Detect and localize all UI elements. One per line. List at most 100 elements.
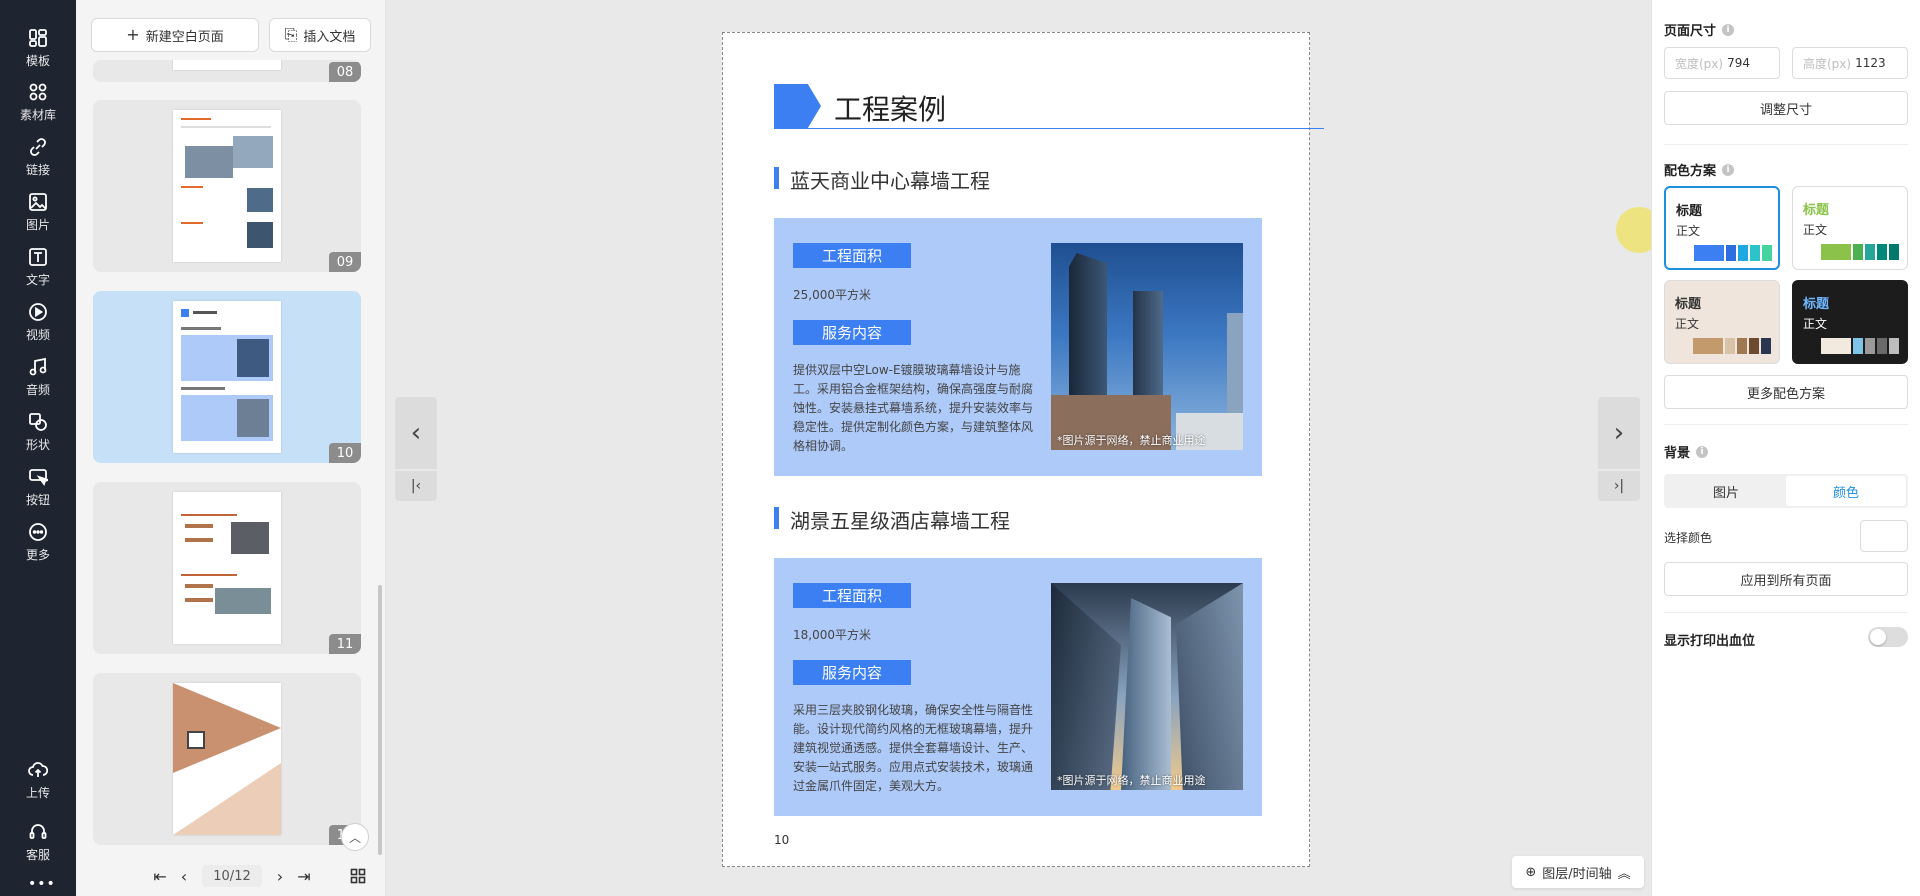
upload-cloud-icon: [28, 761, 48, 777]
section-marker: [774, 167, 779, 189]
rail-image[interactable]: 图片: [0, 182, 76, 242]
rail-more[interactable]: 更多: [0, 512, 76, 572]
width-input[interactable]: 宽度(px) 794: [1664, 47, 1780, 79]
thumbnail-page-08[interactable]: 08: [93, 60, 361, 82]
color-scheme-blue[interactable]: 标题 正文: [1664, 186, 1780, 270]
thumbnail-number: 08: [329, 62, 361, 82]
more-schemes-button[interactable]: 更多配色方案: [1664, 375, 1908, 409]
thumbnail-scrollbar[interactable]: [378, 585, 382, 855]
canvas-next-page-button[interactable]: ›: [1598, 397, 1640, 469]
case-1-service-tag[interactable]: 服务内容: [793, 320, 911, 345]
color-picker[interactable]: [1860, 520, 1908, 552]
rail-service[interactable]: 客服: [0, 812, 76, 872]
rail-template[interactable]: 模板: [0, 18, 76, 78]
thumbnail-number: 09: [329, 252, 361, 272]
first-page-icon: |‹: [410, 478, 422, 494]
rail-ellipsis-icon[interactable]: •••: [28, 876, 56, 892]
bleed-toggle[interactable]: [1868, 627, 1908, 647]
rail-button[interactable]: 按钮: [0, 457, 76, 517]
color-scheme-brown[interactable]: 标题 正文: [1664, 280, 1780, 364]
case-1-photo[interactable]: *图片源于网络，禁止商业用途: [1051, 243, 1243, 450]
rail-assets[interactable]: 素材库: [0, 72, 76, 132]
height-input[interactable]: 高度(px) 1123: [1792, 47, 1908, 79]
resize-button[interactable]: 调整尺寸: [1664, 91, 1908, 125]
headset-icon: [29, 823, 47, 839]
title-arrow-shape[interactable]: [774, 84, 821, 128]
pick-color-label: 选择颜色: [1664, 531, 1713, 545]
scroll-to-top-button[interactable]: ︿: [341, 823, 369, 851]
rail-upload[interactable]: 上传: [0, 750, 76, 810]
thumbnail-number: 10: [329, 443, 361, 463]
new-blank-page-label: 新建空白页面: [145, 29, 224, 45]
grid-view-button[interactable]: [346, 864, 370, 888]
scheme-title-sample: 标题: [1675, 297, 1702, 312]
thumbnail-page-09[interactable]: 09: [93, 100, 361, 272]
scheme-title-sample: 标题: [1803, 297, 1830, 312]
chevron-right-icon: ›: [276, 866, 284, 886]
last-page-button[interactable]: ⇥: [292, 864, 316, 888]
case-1-description[interactable]: 提供双层中空Low-E镀膜玻璃幕墙设计与施工。采用铝合金框架结构，确保高强度与耐…: [793, 361, 1033, 456]
case-2-title[interactable]: 湖景五星级酒店幕墙工程: [790, 505, 1010, 534]
thumbnail-page-12[interactable]: 12: [93, 673, 361, 845]
page-thumbnails-panel: + 新建空白页面 ⎘ 插入文档 08 09 10 11 ︿ ⇤ ‹ 10/12 …: [76, 0, 386, 896]
canvas-prev-page-button[interactable]: ‹: [395, 397, 437, 469]
rail-video[interactable]: 视频: [0, 292, 76, 352]
page-number-input[interactable]: 10/12: [202, 865, 262, 887]
rail-shape[interactable]: 形状: [0, 402, 76, 462]
background-color-tab[interactable]: 颜色: [1786, 476, 1906, 506]
case-2-service-tag[interactable]: 服务内容: [793, 660, 911, 685]
insert-doc-icon: ⎘: [284, 25, 298, 44]
last-page-icon: ⇥: [297, 866, 311, 886]
color-scheme-dark[interactable]: 标题 正文: [1792, 280, 1908, 364]
scheme-body-sample: 正文: [1675, 317, 1700, 331]
first-page-icon: ⇤: [153, 866, 167, 886]
case-2-photo[interactable]: *图片源于网络，禁止商业用途: [1051, 583, 1243, 790]
next-page-button[interactable]: ›: [268, 864, 292, 888]
rail-link[interactable]: 链接: [0, 127, 76, 187]
canvas-last-page-button[interactable]: ›|: [1598, 471, 1640, 501]
layers-timeline-button[interactable]: ⊕ 图层/时间轴 ︽: [1512, 856, 1644, 888]
color-scheme-green[interactable]: 标题 正文: [1792, 186, 1908, 270]
title-underline: [774, 128, 1324, 129]
case-1-area-value[interactable]: 25,000平方米: [793, 286, 871, 303]
divider: [1664, 144, 1908, 145]
rail-link-label: 链接: [25, 162, 50, 177]
canvas-first-page-button[interactable]: |‹: [395, 471, 437, 501]
case-2-area-value[interactable]: 18,000平方米: [793, 626, 871, 643]
layers-icon: ⊕: [1525, 864, 1537, 880]
prev-page-button[interactable]: ‹: [172, 864, 196, 888]
document-page[interactable]: 工程案例 蓝天商业中心幕墙工程 工程面积 25,000平方米 服务内容 提供双层…: [722, 32, 1324, 867]
case-2-card[interactable]: 工程面积 18,000平方米 服务内容 采用三层夹胶钢化玻璃，确保安全性与隔音性…: [774, 558, 1262, 816]
background-image-tab[interactable]: 图片: [1666, 476, 1786, 506]
background-type-toggle: 图片 颜色: [1664, 474, 1908, 508]
rail-audio[interactable]: 音频: [0, 347, 76, 407]
page-number[interactable]: 10: [774, 833, 789, 847]
new-blank-page-button[interactable]: + 新建空白页面: [91, 18, 259, 52]
scheme-body-sample: 正文: [1803, 223, 1828, 237]
info-icon[interactable]: i: [1722, 23, 1735, 36]
music-icon: [29, 357, 47, 375]
info-icon[interactable]: i: [1696, 445, 1709, 458]
thumbnail-page-10[interactable]: 10: [93, 291, 361, 463]
rail-text[interactable]: 文字: [0, 237, 76, 297]
grid-icon: [29, 83, 47, 100]
page-title[interactable]: 工程案例: [834, 88, 946, 128]
first-page-button[interactable]: ⇤: [148, 864, 172, 888]
case-1-title[interactable]: 蓝天商业中心幕墙工程: [790, 165, 990, 194]
scheme-title-sample: 标题: [1803, 203, 1830, 218]
case-1-area-tag[interactable]: 工程面积: [793, 243, 911, 268]
case-2-description[interactable]: 采用三层夹胶钢化玻璃，确保安全性与隔音性能。设计现代简约风格的无框玻璃幕墙，提升…: [793, 701, 1033, 796]
scheme-swatches: [1821, 338, 1899, 354]
case-1-card[interactable]: 工程面积 25,000平方米 服务内容 提供双层中空Low-E镀膜玻璃幕墙设计与…: [774, 218, 1262, 476]
image-icon: [29, 192, 47, 211]
color-scheme-heading: 配色方案 i: [1664, 160, 1735, 179]
thumbnail-page-11[interactable]: 11: [93, 482, 361, 654]
info-icon[interactable]: i: [1722, 163, 1735, 176]
case-2-area-tag[interactable]: 工程面积: [793, 583, 911, 608]
case-2-photo-caption: *图片源于网络，禁止商业用途: [1057, 774, 1206, 787]
rail-text-label: 文字: [25, 272, 50, 287]
apply-all-pages-button[interactable]: 应用到所有页面: [1664, 562, 1908, 596]
scheme-body-sample: 正文: [1803, 317, 1828, 331]
insert-document-button[interactable]: ⎘ 插入文档: [269, 18, 371, 52]
page-pager: ⇤ ‹ 10/12 › ⇥: [76, 858, 386, 894]
